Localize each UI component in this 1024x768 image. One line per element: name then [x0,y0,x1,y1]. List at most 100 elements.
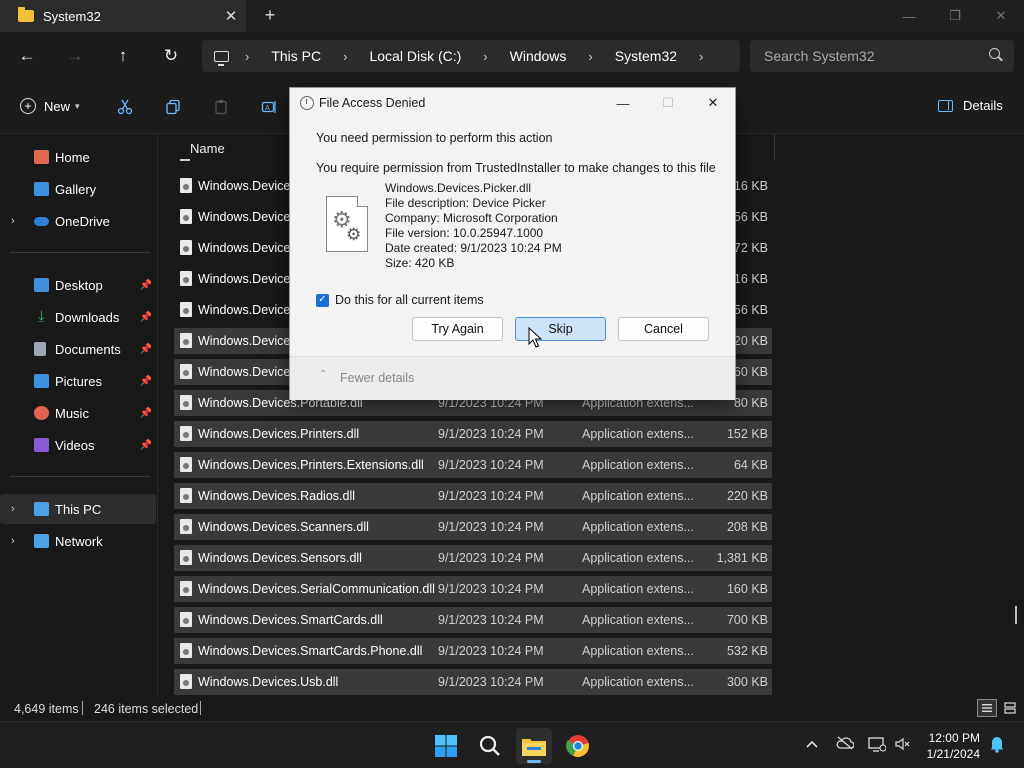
pin-icon[interactable]: 📌 [140,312,152,323]
copy-icon[interactable] [162,96,184,118]
refresh-button[interactable]: ↻ [158,44,184,68]
dll-file-icon [180,550,192,565]
file-name: Windows.Devices.Picker.dll [385,181,532,195]
file-type-cell: Application extens... [582,551,694,565]
taskbar-clock[interactable]: 12:00 PM 1/21/2024 [916,730,980,762]
taskbar-chrome[interactable] [560,728,596,764]
file-name-cell: Windows.Devices.SmartCards.dll [198,613,383,627]
file-row[interactable]: Windows.Devices.Sensors.dll 9/1/2023 10:2… [174,545,772,571]
forward-button[interactable]: → [62,44,88,68]
dialog-close-button[interactable]: ✕ [698,92,728,114]
dll-file-icon [180,209,192,224]
file-row[interactable]: Windows.Devices.SmartCards.dll 9/1/2023 1… [174,607,772,633]
scrollbar[interactable] [1015,606,1017,624]
apply-to-all-checkbox[interactable]: ✓ Do this for all current items [316,293,484,307]
taskbar-file-explorer[interactable] [516,728,552,764]
minimize-button[interactable]: — [886,0,932,32]
address-bar[interactable]: › This PC › Local Disk (C:) › Windows › … [202,40,740,72]
file-size: Size: 420 KB [385,256,455,270]
dialog-minimize-button[interactable]: — [608,92,638,114]
new-tab-button[interactable]: + [258,5,282,26]
breadcrumb-separator[interactable]: › [699,49,703,64]
file-row[interactable]: Windows.Devices.Printers.Extensions.dll 9… [174,452,772,478]
chevron-right-icon[interactable]: › [11,503,15,515]
sidebar-item-onedrive[interactable]: › OneDrive [0,207,156,235]
cut-icon[interactable] [114,96,136,118]
breadcrumb-separator[interactable]: › [245,49,249,64]
breadcrumb-windows[interactable]: Windows [510,48,567,64]
cancel-button[interactable]: Cancel [618,317,709,341]
file-date-cell: 9/1/2023 10:24 PM [438,675,544,689]
fewer-details-button[interactable]: Fewer details [340,371,414,385]
onedrive-tray-icon[interactable] [836,736,855,753]
file-name-cell: Windows.Devices [198,241,297,255]
tiles-view-button[interactable] [1000,699,1020,717]
rename-icon[interactable]: A [258,96,280,118]
gear-icon: ⚙ [346,225,362,244]
start-button[interactable] [428,728,464,764]
file-type-cell: Application extens... [582,613,694,627]
breadcrumb-system32[interactable]: System32 [615,48,677,64]
sidebar-item-gallery[interactable]: Gallery [0,175,156,203]
up-button[interactable]: ↑ [110,44,136,68]
sidebar-item-music[interactable]: Music 📌 [0,399,156,427]
videos-icon [34,438,49,452]
sidebar-item-pictures[interactable]: Pictures 📌 [0,367,156,395]
pane-divider[interactable] [157,134,158,695]
dialog-maximize-button[interactable]: ☐ [653,92,683,114]
paste-icon[interactable] [210,96,232,118]
details-button[interactable]: Details [938,98,1003,113]
file-name-cell: Windows.Devices.Radios.dll [198,489,356,503]
close-tab-button[interactable]: ✕ [216,7,246,25]
network-tray-icon[interactable] [868,736,887,755]
dll-file-icon [180,612,192,627]
maximize-button[interactable]: ❐ [932,0,978,32]
column-header-name[interactable]: Name [190,141,225,156]
new-button[interactable]: + New ▾ [20,98,80,114]
breadcrumb-separator[interactable]: › [483,49,487,64]
pin-icon[interactable]: 📌 [140,344,152,355]
column-divider[interactable] [774,134,775,160]
chevron-right-icon[interactable]: › [11,215,15,227]
file-row[interactable]: Windows.Devices.SerialCommunication.dll 9… [174,576,772,602]
tab-system32[interactable]: System32 ✕ [0,0,246,32]
sidebar-item-documents[interactable]: Documents 📌 [0,335,156,363]
file-row[interactable]: Windows.Devices.Radios.dll 9/1/2023 10:24… [174,483,772,509]
dialog-message: You need permission to perform this acti… [316,131,553,145]
sidebar-item-network[interactable]: › Network [0,527,156,555]
dialog-title-bar[interactable]: File Access Denied — ☐ ✕ [290,88,735,118]
search-input[interactable]: Search System32 [750,40,1014,72]
pin-icon[interactable]: 📌 [140,280,152,291]
file-row[interactable]: Windows.Devices.Usb.dll 9/1/2023 10:24 PM… [174,669,772,695]
breadcrumb-this-pc[interactable]: This PC [271,48,321,64]
sidebar-item-desktop[interactable]: Desktop 📌 [0,271,156,299]
try-again-button[interactable]: Try Again [412,317,503,341]
sidebar-item-this-pc[interactable]: › This PC [0,494,156,524]
pin-icon[interactable]: 📌 [140,440,152,451]
sidebar-item-home[interactable]: Home [0,143,156,171]
back-button[interactable]: ← [14,44,40,68]
breadcrumb-separator[interactable]: › [588,49,592,64]
breadcrumb-separator[interactable]: › [343,49,347,64]
pin-icon[interactable]: 📌 [140,408,152,419]
notification-bell-icon[interactable] [989,735,1005,756]
sidebar-divider [10,476,150,477]
dialog-detail: You require permission from TrustedInsta… [316,161,716,175]
dialog-title: File Access Denied [319,96,426,110]
file-row[interactable]: Windows.Devices.SmartCards.Phone.dll 9/1/… [174,638,772,664]
chevron-up-icon[interactable]: ⌃ [319,369,327,380]
sidebar-item-videos[interactable]: Videos 📌 [0,431,156,459]
pin-icon[interactable]: 📌 [140,376,152,387]
file-row[interactable]: Windows.Devices.Scanners.dll 9/1/2023 10:… [174,514,772,540]
taskbar-search-button[interactable] [472,728,508,764]
file-size-cell: 532 KB [726,644,768,658]
details-view-button[interactable] [977,699,997,717]
close-window-button[interactable]: ✕ [978,0,1024,32]
chevron-right-icon[interactable]: › [11,535,15,547]
volume-muted-icon[interactable] [894,736,910,755]
sidebar-item-downloads[interactable]: ⤓ Downloads 📌 [0,303,156,331]
chevron-up-icon[interactable] [805,736,819,752]
file-row[interactable]: Windows.Devices.Printers.dll 9/1/2023 10:… [174,421,772,447]
checkmark-icon[interactable]: ✓ [316,293,329,307]
breadcrumb-local-disk[interactable]: Local Disk (C:) [369,48,461,64]
